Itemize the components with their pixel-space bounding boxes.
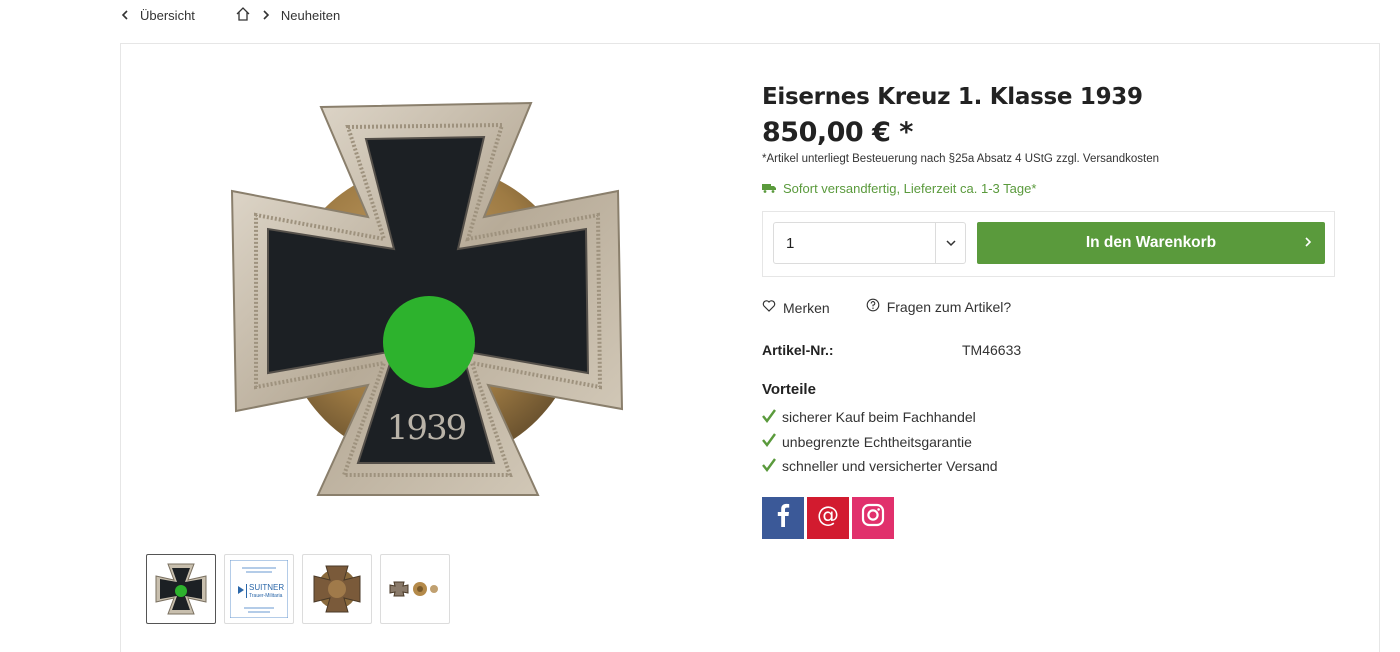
breadcrumb: Neuheiten — [235, 6, 340, 25]
product-actions: Merken Fragen zum Artikel? — [762, 297, 1342, 316]
benefits-list: sicherer Kauf beim Fachhandel unbegrenzt… — [762, 405, 1342, 479]
svg-text:SUITNER: SUITNER — [249, 583, 284, 592]
thumbnail-1[interactable] — [146, 554, 216, 624]
chevron-right-icon — [1303, 234, 1313, 252]
delivery-text: Sofort versandfertig, Lieferzeit ca. 1-3… — [783, 181, 1037, 196]
benefit-text: sicherer Kauf beim Fachhandel — [782, 409, 976, 426]
checkmark-icon — [762, 458, 776, 475]
article-number-label: Artikel-Nr.: — [762, 342, 834, 358]
benefit-text: schneller und versicherter Versand — [782, 458, 998, 475]
benefit-text: unbegrenzte Echtheitsgarantie — [782, 433, 972, 450]
delivery-status: Sofort versandfertig, Lieferzeit ca. 1-3… — [762, 181, 1342, 196]
product-question-link[interactable]: Fragen zum Artikel? — [866, 298, 1012, 315]
list-item: schneller und versicherter Versand — [762, 454, 1342, 479]
breadcrumb-category-link[interactable]: Neuheiten — [281, 8, 340, 23]
article-number-row: Artikel-Nr.: TM46633 — [762, 342, 1342, 358]
question-circle-icon — [866, 298, 880, 315]
product-question-label: Fragen zum Artikel? — [886, 298, 1012, 315]
cross-year-text: 1939 — [387, 408, 466, 448]
wishlist-label: Merken — [783, 299, 830, 316]
product-main-image[interactable]: 1939 — [226, 99, 626, 499]
product-info: Eisernes Kreuz 1. Klasse 1939 850,00 € *… — [762, 84, 1342, 539]
facebook-share-button[interactable] — [762, 496, 804, 539]
add-to-cart-label: In den Warenkorb — [1085, 234, 1217, 251]
back-to-overview-link[interactable]: Übersicht — [120, 8, 195, 23]
chevron-right-icon — [261, 8, 271, 23]
svg-text:Trauer-Militaria: Trauer-Militaria — [249, 593, 283, 599]
checkmark-icon — [762, 409, 776, 426]
benefits-heading: Vorteile — [762, 381, 816, 398]
back-label: Übersicht — [140, 7, 195, 23]
thumbnail-strip: SUITNER Trauer-Militaria — [146, 554, 450, 624]
list-item: unbegrenzte Echtheitsgarantie — [762, 430, 1342, 455]
product-detail-panel: 1939 SUITNER Trauer-Militaria Eisernes K… — [120, 43, 1380, 652]
tax-note: *Artikel unterliegt Besteuerung nach §25… — [762, 153, 1159, 165]
thumbnail-4[interactable] — [380, 554, 450, 624]
product-price: 850,00 € * — [762, 117, 913, 148]
thumbnail-3[interactable] — [302, 554, 372, 624]
email-share-button[interactable]: @ — [807, 496, 849, 539]
quantity-value: 1 — [786, 234, 795, 252]
home-icon[interactable] — [235, 6, 251, 25]
checkmark-icon — [762, 433, 776, 450]
thumbnail-2[interactable]: SUITNER Trauer-Militaria — [224, 554, 294, 624]
instagram-icon — [860, 502, 886, 533]
add-to-cart-button[interactable]: In den Warenkorb — [977, 222, 1325, 264]
at-sign-icon: @ — [815, 502, 841, 533]
top-navigation: Übersicht Neuheiten — [120, 0, 340, 30]
facebook-icon — [770, 502, 796, 533]
social-share: @ — [762, 496, 1342, 539]
article-number-value: TM46633 — [962, 342, 1022, 358]
buy-box: 1 In den Warenkorb — [762, 211, 1335, 277]
heart-icon — [762, 299, 776, 316]
chevron-down-icon — [935, 223, 965, 263]
product-title: Eisernes Kreuz 1. Klasse 1939 — [762, 84, 1143, 110]
wishlist-button[interactable]: Merken — [762, 299, 830, 316]
quantity-select[interactable]: 1 — [773, 222, 966, 264]
svg-text:@: @ — [817, 503, 839, 528]
truck-icon — [762, 181, 776, 196]
instagram-share-button[interactable] — [852, 496, 894, 539]
list-item: sicherer Kauf beim Fachhandel — [762, 405, 1342, 430]
chevron-left-icon — [120, 8, 130, 23]
